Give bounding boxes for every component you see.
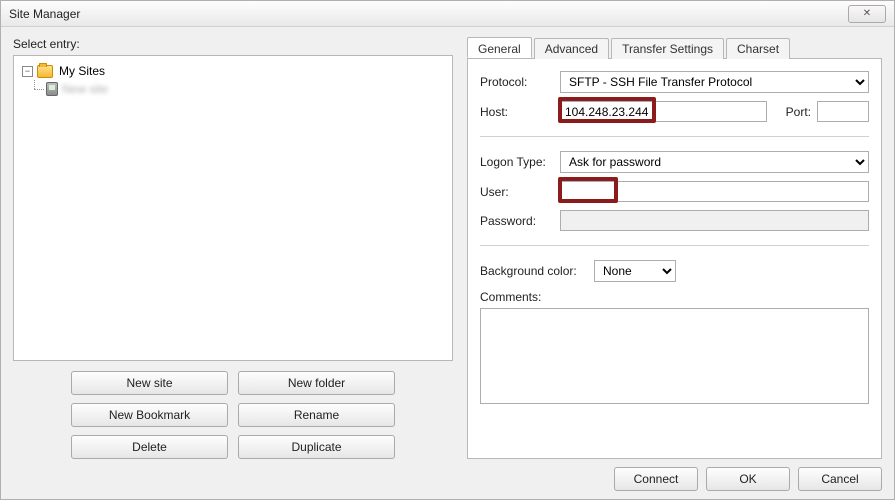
- tabs: General Advanced Transfer Settings Chars…: [467, 37, 882, 59]
- user-row: User:: [480, 181, 869, 202]
- ok-button[interactable]: OK: [706, 467, 790, 491]
- cancel-button[interactable]: Cancel: [798, 467, 882, 491]
- separator-2: [480, 245, 869, 246]
- password-input: [560, 210, 869, 231]
- separator-1: [480, 136, 869, 137]
- server-icon: [46, 82, 58, 96]
- tab-advanced[interactable]: Advanced: [534, 38, 609, 59]
- protocol-row: Protocol: SFTP - SSH File Transfer Proto…: [480, 71, 869, 93]
- logon-type-label: Logon Type:: [480, 155, 554, 169]
- select-entry-label: Select entry:: [13, 37, 453, 51]
- password-label: Password:: [480, 214, 554, 228]
- new-bookmark-button[interactable]: New Bookmark: [71, 403, 228, 427]
- comments-row: Comments:: [480, 290, 869, 407]
- duplicate-button[interactable]: Duplicate: [238, 435, 395, 459]
- site-tree[interactable]: − My Sites New site: [13, 55, 453, 361]
- host-label: Host:: [480, 105, 554, 119]
- tab-transfer-settings[interactable]: Transfer Settings: [611, 38, 724, 59]
- new-folder-button[interactable]: New folder: [238, 371, 395, 395]
- protocol-label: Protocol:: [480, 75, 554, 89]
- window-close-button[interactable]: ✕: [848, 5, 886, 23]
- tab-general[interactable]: General: [467, 37, 532, 58]
- site-manager-window: Site Manager ✕ Select entry: − My Sites …: [0, 0, 895, 500]
- tree-collapse-icon[interactable]: −: [22, 66, 33, 77]
- host-input-wrap: [560, 101, 767, 122]
- port-input[interactable]: [817, 101, 869, 122]
- comments-textarea[interactable]: [480, 308, 869, 404]
- close-icon: ✕: [863, 8, 871, 19]
- connect-button[interactable]: Connect: [614, 467, 698, 491]
- host-input[interactable]: [560, 101, 767, 122]
- user-label: User:: [480, 185, 554, 199]
- folder-icon: [37, 65, 53, 78]
- password-row: Password:: [480, 210, 869, 231]
- bg-color-row: Background color: None: [480, 260, 869, 282]
- user-input-wrap: [560, 181, 869, 202]
- port-label: Port:: [773, 105, 811, 119]
- content-area: Select entry: − My Sites New site New si…: [1, 27, 894, 459]
- comments-label: Comments:: [480, 290, 869, 304]
- right-pane: General Advanced Transfer Settings Chars…: [467, 37, 882, 459]
- tree-connector-icon: [28, 80, 46, 98]
- user-input[interactable]: [560, 181, 869, 202]
- bg-color-select[interactable]: None: [594, 260, 676, 282]
- protocol-select[interactable]: SFTP - SSH File Transfer Protocol: [560, 71, 869, 93]
- new-site-button[interactable]: New site: [71, 371, 228, 395]
- window-title: Site Manager: [9, 7, 80, 21]
- footer-buttons: Connect OK Cancel: [614, 467, 882, 491]
- tree-root-row[interactable]: − My Sites: [18, 62, 448, 80]
- tree-child-label: New site: [62, 82, 108, 96]
- site-buttons-grid: New site New folder New Bookmark Rename …: [13, 361, 453, 459]
- tab-charset[interactable]: Charset: [726, 38, 790, 59]
- logon-type-select[interactable]: Ask for password: [560, 151, 869, 173]
- host-row: Host: Port:: [480, 101, 869, 122]
- left-pane: Select entry: − My Sites New site New si…: [13, 37, 453, 459]
- bg-color-label: Background color:: [480, 264, 588, 278]
- logon-type-row: Logon Type: Ask for password: [480, 151, 869, 173]
- rename-button[interactable]: Rename: [238, 403, 395, 427]
- tree-root-label: My Sites: [59, 64, 105, 78]
- tab-general-body: Protocol: SFTP - SSH File Transfer Proto…: [467, 59, 882, 459]
- delete-button[interactable]: Delete: [71, 435, 228, 459]
- titlebar: Site Manager ✕: [1, 1, 894, 27]
- tree-child-row[interactable]: New site: [18, 80, 448, 98]
